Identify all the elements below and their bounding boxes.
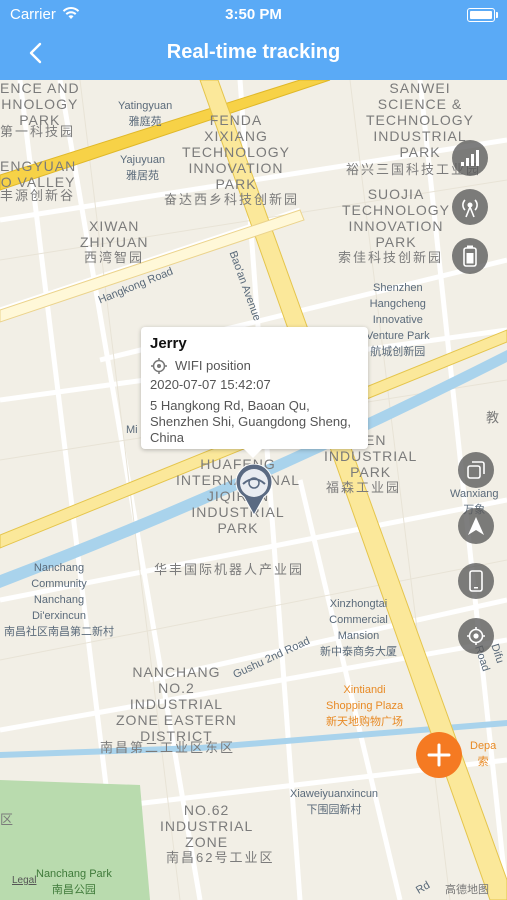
- map-layers-icon: [467, 461, 485, 479]
- map-label: Xintiandi Shopping Plaza 新天地购物广场: [326, 684, 404, 728]
- crosshair-icon: [151, 358, 167, 374]
- legal-link[interactable]: Legal: [12, 875, 36, 886]
- tower-button[interactable]: [452, 189, 488, 225]
- plus-icon: [427, 743, 451, 767]
- add-fab-button[interactable]: [416, 732, 462, 778]
- phone-button[interactable]: [458, 563, 494, 599]
- position-address: 5 Hangkong Rd, Baoan Qu, Shenzhen Shi, G…: [150, 398, 351, 445]
- page-title: Real-time tracking: [166, 41, 341, 63]
- battery-button[interactable]: [452, 238, 488, 274]
- map-label: FENDA XIXIANG TECHNOLOGY INNOVATION PARK: [182, 112, 291, 192]
- map-label: 奋达西乡科技创新园: [164, 192, 300, 207]
- map-label: Yatingyuan 雅庭苑: [118, 100, 173, 128]
- map-label: NANCHANG NO.2 INDUSTRIAL ZONE EASTERN DI…: [116, 664, 237, 744]
- map-label: 第一科技园: [0, 124, 76, 139]
- locate-icon: [467, 627, 485, 645]
- signal-button[interactable]: [452, 140, 488, 176]
- position-type: WIFI position: [175, 358, 251, 373]
- map-label: Yajuyuan 雅居苑: [120, 154, 166, 182]
- map-label: 索佳科技创新园: [338, 250, 444, 265]
- signal-icon: [461, 150, 479, 166]
- map-label: 西湾智园: [84, 250, 145, 265]
- navigate-button[interactable]: [458, 508, 494, 544]
- battery-status-icon: [467, 8, 498, 22]
- map-label: 福森工业园: [326, 480, 402, 495]
- map-label: 南昌第二工业区东区: [100, 740, 236, 755]
- map-label: ENCE AND HNOLOGY PARK: [0, 80, 80, 128]
- map-label: Xinzhongtai Commercial Mansion 新中泰商务大厦: [320, 598, 397, 658]
- map-pin-icon: [235, 463, 273, 517]
- map-label: 南昌62号工业区: [166, 850, 275, 865]
- header-bar: Carrier 3:50 PM Real-time tracking: [0, 0, 507, 80]
- map-label: ENGYUAN O VALLEY: [0, 158, 77, 190]
- phone-icon: [469, 570, 483, 592]
- clock: 3:50 PM: [225, 6, 282, 23]
- map-label: Depa 索: [470, 740, 497, 768]
- tower-icon: [462, 199, 478, 218]
- status-bar: Carrier 3:50 PM: [0, 0, 507, 28]
- map-label: SUOJIA TECHNOLOGY INNOVATION PARK: [342, 186, 451, 250]
- map-label: Nanchang Community Nanchang Di'erxincun …: [4, 562, 114, 638]
- map-layers-button[interactable]: [458, 452, 494, 488]
- map-label: XIWAN ZHIYUAN: [80, 218, 149, 250]
- battery-icon: [463, 245, 477, 267]
- map-label: Shenzhen Hangcheng Innovative Venture Pa…: [366, 282, 430, 358]
- map-provider-logo: 高德地图: [445, 884, 489, 896]
- map-label: 教: [486, 410, 502, 425]
- device-name: Jerry: [150, 335, 187, 352]
- map-label: Mi: [126, 424, 138, 436]
- map-label: NO.62 INDUSTRIAL ZONE: [160, 802, 254, 850]
- position-timestamp: 2020-07-07 15:42:07: [150, 377, 271, 392]
- map-label: Xiaweiyuanxincun 下围园新村: [290, 788, 379, 816]
- map-label: Nanchang Park 南昌公园: [36, 868, 112, 896]
- map-label: 丰源创新谷: [0, 188, 76, 203]
- map-label: 华丰国际机器人产业园: [154, 562, 305, 577]
- locate-button[interactable]: [458, 618, 494, 654]
- navigate-icon: [468, 517, 484, 535]
- location-info-popup[interactable]: Jerry WIFI position 2020-07-07 15:42:07 …: [141, 327, 368, 458]
- device-location-marker[interactable]: [235, 463, 273, 517]
- map-label: 区: [0, 812, 16, 827]
